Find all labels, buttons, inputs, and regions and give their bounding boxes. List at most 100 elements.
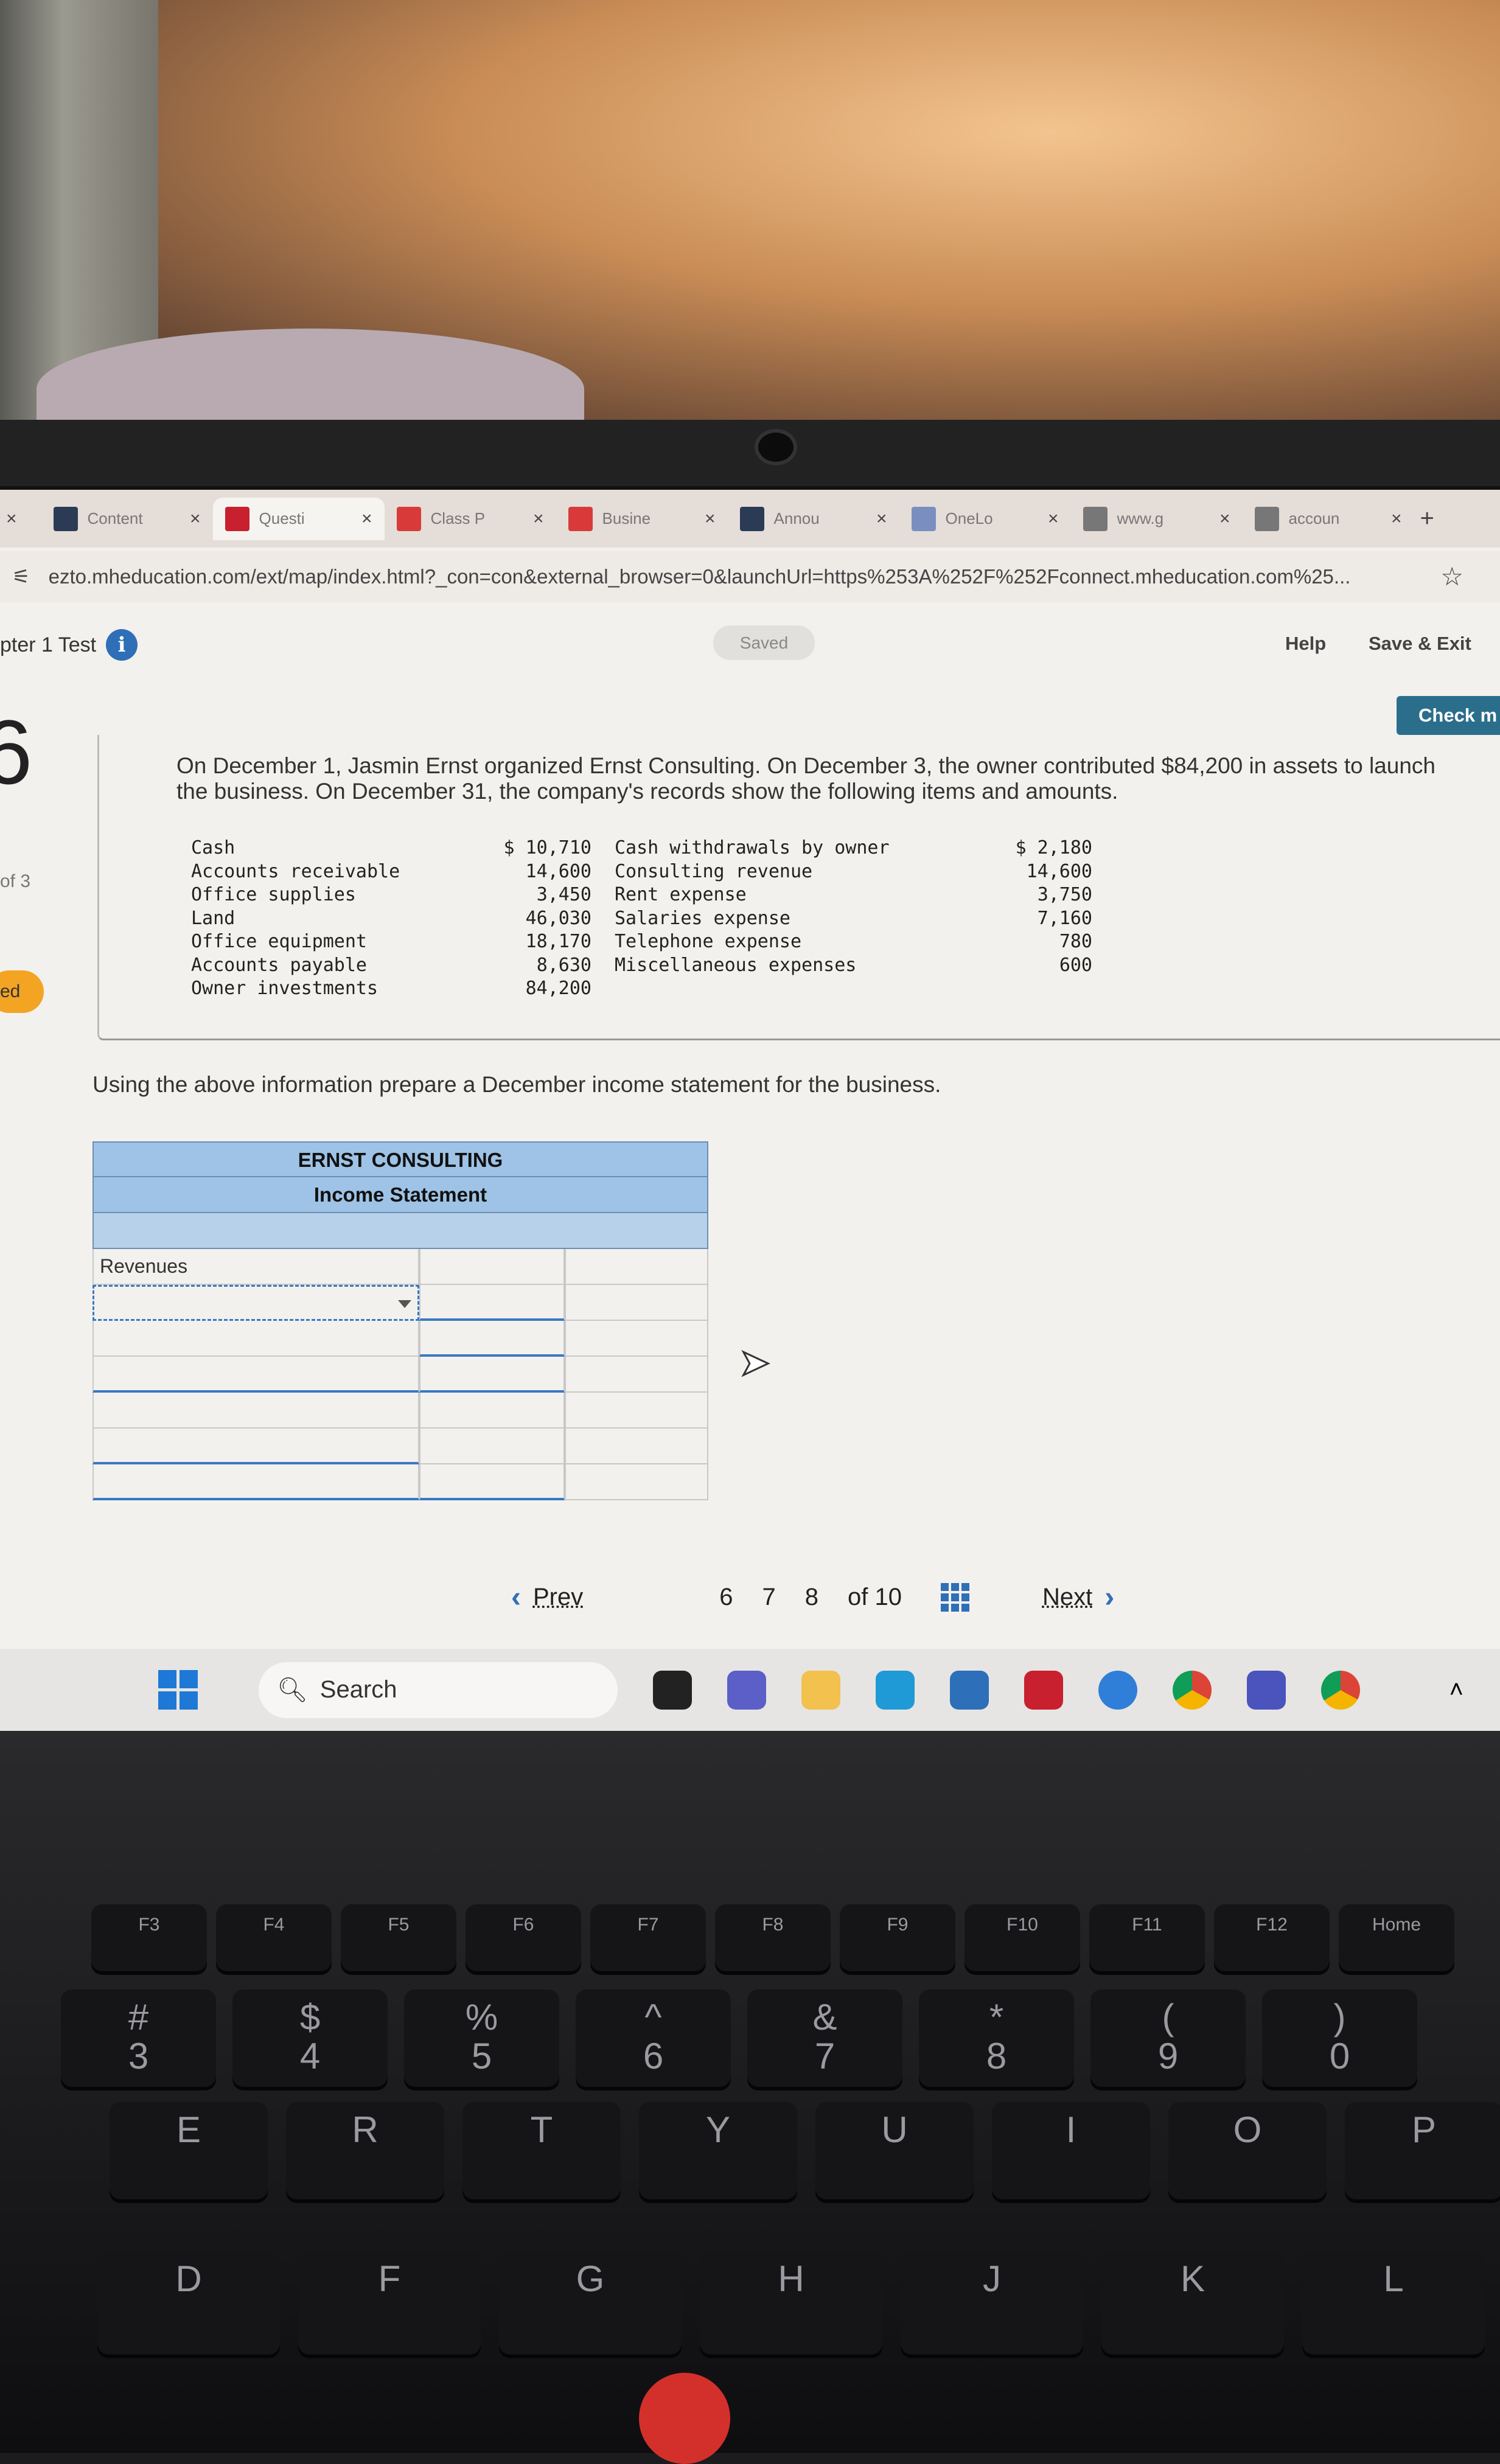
grid-icon[interactable] — [940, 1582, 969, 1612]
prev-tab-close-icon[interactable]: × — [6, 509, 17, 529]
function-key[interactable]: F5 — [341, 1904, 456, 1971]
letter-key[interactable]: I — [992, 2102, 1150, 2199]
tab-close-icon[interactable]: × — [533, 509, 544, 529]
help-button[interactable]: Help — [1285, 633, 1326, 655]
letter-key[interactable]: D — [97, 2251, 280, 2354]
letter-key[interactable]: E — [110, 2102, 268, 2199]
bookmark-star-icon[interactable]: ☆ — [1440, 562, 1463, 591]
teams-meet-icon[interactable] — [727, 1670, 766, 1710]
browser-tab[interactable]: accoun × — [1243, 498, 1414, 540]
number-key[interactable]: # 3 — [61, 1989, 216, 2087]
file-explorer-icon[interactable] — [801, 1670, 840, 1710]
number-key[interactable]: & 7 — [747, 1989, 902, 2087]
total-input[interactable] — [565, 1464, 708, 1500]
taskbar-search[interactable]: 🔍︎ Search — [259, 1662, 618, 1718]
trackpoint[interactable] — [639, 2373, 730, 2464]
browser-tab[interactable]: Annou × — [728, 498, 899, 540]
letter-key[interactable]: O — [1168, 2102, 1327, 2199]
function-key[interactable]: F7 — [590, 1904, 706, 1971]
address-bar[interactable]: ⚟ ezto.mheducation.com/ext/map/index.htm… — [0, 551, 1500, 602]
page-6[interactable]: 6 — [719, 1584, 733, 1611]
amount-input[interactable] — [419, 1464, 565, 1500]
save-exit-button[interactable]: Save & Exit — [1369, 633, 1471, 655]
account-dropdown[interactable] — [92, 1393, 419, 1429]
tab-close-icon[interactable]: × — [1391, 509, 1402, 529]
function-key[interactable]: F3 — [91, 1904, 207, 1971]
letter-key[interactable]: R — [286, 2102, 444, 2199]
account-dropdown[interactable] — [92, 1321, 419, 1357]
number-key[interactable]: ) 0 — [1262, 1989, 1417, 2087]
new-tab-button[interactable]: + — [1420, 505, 1434, 532]
letter-key[interactable]: U — [815, 2102, 974, 2199]
statement-date-input[interactable] — [92, 1213, 708, 1249]
letter-key[interactable]: H — [700, 2251, 882, 2354]
store-icon[interactable] — [950, 1670, 989, 1710]
chevron-right-icon[interactable]: › — [1104, 1581, 1114, 1614]
account-dropdown[interactable] — [92, 1429, 419, 1464]
letter-key[interactable]: Y — [639, 2102, 797, 2199]
browser-tab[interactable]: Class P × — [385, 498, 556, 540]
number-key[interactable]: $ 4 — [232, 1989, 388, 2087]
chevron-left-icon[interactable]: ‹ — [511, 1581, 521, 1614]
total-input[interactable] — [565, 1321, 708, 1357]
letter-key[interactable]: K — [1101, 2251, 1284, 2354]
letter-key[interactable]: F — [298, 2251, 481, 2354]
prev-button[interactable]: Prev — [533, 1584, 583, 1611]
browser-tab[interactable]: Content × — [41, 498, 213, 540]
function-key[interactable]: F10 — [965, 1904, 1080, 1971]
tab-close-icon[interactable]: × — [361, 509, 372, 529]
number-key[interactable]: ( 9 — [1090, 1989, 1246, 2087]
tab-close-icon[interactable]: × — [876, 509, 887, 529]
check-my-work-button[interactable]: Check m — [1397, 696, 1500, 735]
total-input[interactable] — [565, 1429, 708, 1464]
tab-close-icon[interactable]: × — [705, 509, 716, 529]
letter-key[interactable]: L — [1302, 2251, 1485, 2354]
number-key[interactable]: % 5 — [404, 1989, 559, 2087]
account-dropdown[interactable] — [92, 1357, 419, 1393]
browser-tab[interactable]: Busine × — [556, 498, 728, 540]
function-key[interactable]: Home — [1339, 1904, 1454, 1971]
total-input[interactable] — [565, 1393, 708, 1429]
browser-tab[interactable]: www.g × — [1071, 498, 1243, 540]
chevron-up-icon[interactable]: ˄ — [1449, 1676, 1463, 1704]
next-button[interactable]: Next — [1042, 1584, 1092, 1611]
browser-tab[interactable]: Questi × — [212, 497, 385, 540]
function-key[interactable]: F9 — [840, 1904, 955, 1971]
function-key[interactable]: F11 — [1089, 1904, 1205, 1971]
page-8[interactable]: 8 — [805, 1584, 818, 1611]
account-dropdown[interactable] — [92, 1464, 419, 1500]
teams-icon[interactable] — [1247, 1670, 1286, 1710]
letter-key[interactable]: T — [462, 2102, 621, 2199]
amount-cell[interactable] — [419, 1249, 565, 1285]
account-dropdown[interactable] — [92, 1285, 419, 1321]
number-key[interactable]: ^ 6 — [576, 1989, 731, 2087]
info-icon[interactable]: i — [106, 629, 138, 661]
tab-close-icon[interactable]: × — [1048, 509, 1059, 529]
total-input[interactable] — [565, 1357, 708, 1393]
app-icon[interactable] — [1098, 1670, 1137, 1710]
amount-input[interactable] — [419, 1393, 565, 1429]
chrome-profile-icon[interactable] — [1321, 1670, 1360, 1710]
chrome-icon[interactable] — [1173, 1670, 1212, 1710]
edge-icon[interactable] — [876, 1670, 915, 1710]
letter-key[interactable]: P — [1345, 2102, 1500, 2199]
letter-key[interactable]: J — [901, 2251, 1083, 2354]
number-key[interactable]: * 8 — [919, 1989, 1074, 2087]
function-key[interactable]: F6 — [466, 1904, 581, 1971]
mcafee-icon[interactable] — [1024, 1670, 1063, 1710]
function-key[interactable]: F12 — [1214, 1904, 1330, 1971]
function-key[interactable]: F4 — [216, 1904, 332, 1971]
total-cell[interactable] — [565, 1249, 708, 1285]
task-view-icon[interactable] — [653, 1670, 692, 1710]
total-input[interactable] — [565, 1285, 708, 1321]
site-settings-icon[interactable]: ⚟ — [12, 565, 30, 588]
url-text[interactable]: ezto.mheducation.com/ext/map/index.html?… — [49, 565, 1441, 588]
amount-input[interactable] — [419, 1321, 565, 1357]
tab-close-icon[interactable]: × — [1219, 509, 1230, 529]
windows-start-icon[interactable] — [158, 1670, 198, 1710]
amount-input[interactable] — [419, 1357, 565, 1393]
function-key[interactable]: F8 — [715, 1904, 831, 1971]
letter-key[interactable]: G — [499, 2251, 682, 2354]
amount-input[interactable] — [419, 1285, 565, 1321]
amount-input[interactable] — [419, 1429, 565, 1464]
